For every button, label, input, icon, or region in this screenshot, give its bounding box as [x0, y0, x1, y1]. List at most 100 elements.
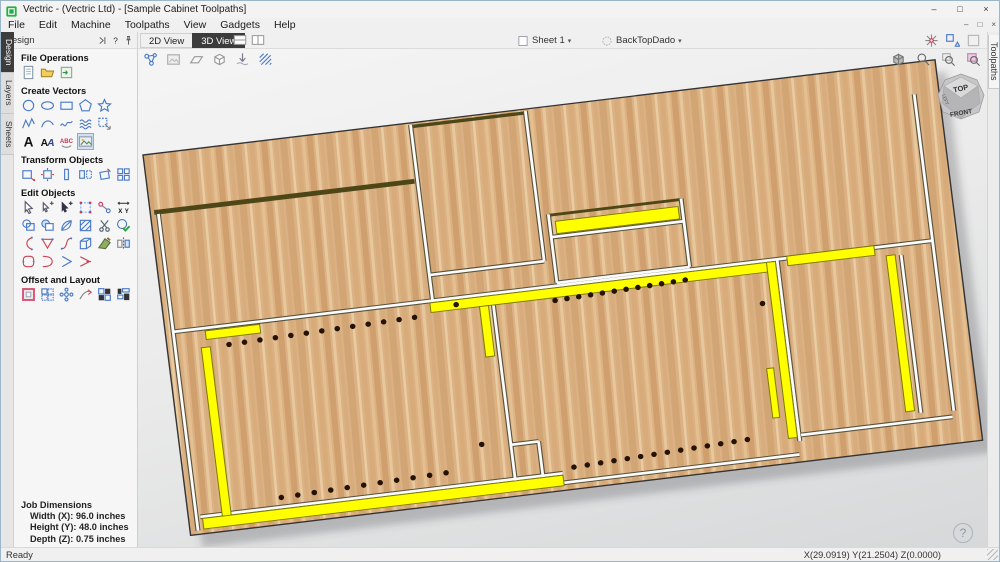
align-objects-icon[interactable] [116, 167, 131, 182]
sheet-icon [517, 35, 529, 47]
maximize-button[interactable]: □ [947, 1, 973, 18]
menu-gadgets[interactable]: Gadgets [213, 18, 267, 32]
child-minimize-button[interactable]: – [964, 18, 968, 31]
geometry-snap-icon[interactable] [945, 33, 960, 48]
join-vectors-icon[interactable] [116, 218, 131, 233]
view-cube[interactable]: TOP FRONT LEFT [936, 73, 986, 120]
trim-vectors-icon[interactable] [59, 218, 74, 233]
sidebar-tab-sheets[interactable]: Sheets [1, 114, 14, 155]
child-close-button[interactable]: × [991, 18, 996, 31]
iso-view-icon[interactable] [891, 52, 906, 67]
copy-along-vector-icon[interactable] [78, 287, 93, 302]
offset-vectors-icon[interactable] [21, 287, 36, 302]
insert-image-icon[interactable] [78, 134, 93, 149]
draw-curve-icon[interactable] [59, 116, 74, 131]
select-add-icon[interactable] [40, 200, 55, 215]
icon-row [14, 286, 137, 304]
zoom-box-icon[interactable] [941, 52, 956, 67]
menu-toolpaths[interactable]: Toolpaths [118, 18, 177, 32]
set-dimensions-icon[interactable]: XY [116, 200, 131, 215]
extrude-vectors-icon[interactable] [78, 236, 93, 251]
child-restore-button[interactable]: □ [977, 18, 982, 31]
draw-circle-icon[interactable] [21, 98, 36, 113]
toggle-bitmap-icon[interactable] [166, 52, 181, 67]
import-vectors-icon[interactable] [59, 65, 74, 80]
split-vertical-icon[interactable] [251, 33, 265, 47]
extend-vector-icon[interactable] [59, 254, 74, 269]
panel-help-icon[interactable]: ? [110, 35, 121, 46]
menu-help[interactable]: Help [267, 18, 303, 32]
menu-file[interactable]: File [1, 18, 32, 32]
draw-polyline-icon[interactable] [21, 116, 36, 131]
draw-ellipse-icon[interactable] [40, 98, 55, 113]
split-horizontal-icon[interactable] [233, 33, 247, 47]
chevron-down-icon: ▾ [678, 37, 682, 45]
material-plane-icon[interactable] [189, 52, 204, 67]
drape-vectors-icon[interactable] [235, 52, 250, 67]
node-select-icon[interactable] [59, 200, 74, 215]
measure-tool-icon[interactable] [97, 200, 112, 215]
dock-panel-icon[interactable] [97, 35, 108, 46]
rotate-icon[interactable] [97, 167, 112, 182]
grid-snap-icon[interactable] [966, 33, 981, 48]
fit-arc-icon[interactable] [21, 236, 36, 251]
open-file-icon[interactable] [40, 65, 55, 80]
zoom-icon[interactable] [916, 52, 931, 67]
fill-hatch-icon[interactable] [78, 218, 93, 233]
help-button[interactable]: ? [953, 523, 973, 543]
minimize-button[interactable]: – [921, 1, 947, 18]
nest-parts-icon[interactable] [97, 287, 112, 302]
toolpath-preset-select[interactable]: BackTopDado ▾ [601, 33, 682, 48]
set-size-icon[interactable] [40, 167, 55, 182]
tab-2d-view[interactable]: 2D View [140, 33, 192, 48]
draw-text-icon[interactable]: A [21, 134, 36, 149]
nest-parts-alt-icon[interactable] [116, 287, 131, 302]
menu-view[interactable]: View [177, 18, 214, 32]
sheet-select[interactable]: Sheet 1 ▾ [517, 33, 571, 48]
auto-layout-text-icon[interactable]: AA [40, 134, 55, 149]
text-on-curve-icon[interactable]: ABC [59, 134, 74, 149]
mirror-vectors-icon[interactable] [116, 236, 131, 251]
toggle-vectors-icon[interactable] [143, 52, 158, 67]
toolpath-shade-icon[interactable] [258, 52, 273, 67]
close-vector-icon[interactable] [40, 254, 55, 269]
draw-arc-icon[interactable] [40, 116, 55, 131]
trim-open-vector-icon[interactable] [78, 254, 93, 269]
subtract-vectors-icon[interactable] [40, 218, 55, 233]
solid-view-icon[interactable] [212, 52, 227, 67]
snap-options-icon[interactable] [924, 33, 939, 48]
fit-triangle-icon[interactable] [40, 236, 55, 251]
canvas-3d[interactable]: TOP FRONT LEFT ? [138, 49, 989, 549]
scale-icon[interactable] [59, 167, 74, 182]
weld-vectors-icon[interactable] [21, 218, 36, 233]
close-button[interactable]: × [973, 1, 999, 18]
array-copy-icon[interactable] [40, 287, 55, 302]
sidebar-tab-design[interactable]: Design [1, 32, 14, 73]
scissors-cut-icon[interactable] [97, 218, 112, 233]
tab-toolpaths[interactable]: Toolpaths [988, 35, 1000, 89]
new-file-icon[interactable] [21, 65, 36, 80]
draw-polygon-icon[interactable] [78, 98, 93, 113]
status-text: Ready [1, 550, 804, 560]
mirror-pair-icon[interactable] [78, 167, 93, 182]
fillet-tool-icon[interactable] [21, 254, 36, 269]
circular-copy-icon[interactable] [59, 287, 74, 302]
sculpt-tool-icon[interactable] [97, 236, 112, 251]
edit-nodes-icon[interactable] [78, 200, 93, 215]
chevron-down-icon: ▾ [568, 37, 572, 45]
draw-rectangle-icon[interactable] [59, 98, 74, 113]
sidebar-tab-layers[interactable]: Layers [1, 73, 14, 114]
resize-grip[interactable] [987, 549, 998, 560]
vector-texture-icon[interactable] [78, 116, 93, 131]
fit-curve-icon[interactable] [59, 236, 74, 251]
zoom-selected-icon[interactable] [966, 52, 981, 67]
vector-boundary-icon[interactable] [97, 116, 112, 131]
section-title: Offset and Layout [14, 271, 137, 286]
menu-machine[interactable]: Machine [64, 18, 118, 32]
move-selection-icon[interactable] [21, 167, 36, 182]
draw-star-icon[interactable] [97, 98, 112, 113]
select-cursor-icon[interactable] [21, 200, 36, 215]
menu-edit[interactable]: Edit [32, 18, 64, 32]
pin-panel-icon[interactable] [123, 35, 134, 46]
sheet-3d[interactable] [138, 49, 989, 549]
